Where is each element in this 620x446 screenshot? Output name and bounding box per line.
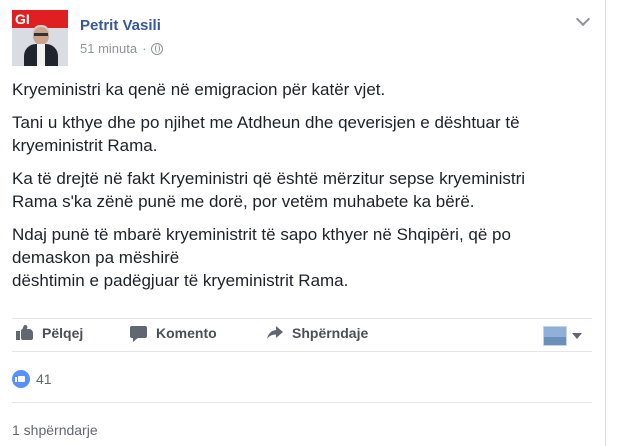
divider: [12, 402, 592, 403]
comment-bubble-icon: [130, 325, 148, 342]
share-arrow-icon: [266, 325, 284, 341]
author-name-link[interactable]: Petrit Vasili: [80, 17, 161, 34]
post-paragraph: Ka të drejtë në fakt Kryeministri që ësh…: [12, 169, 526, 211]
share-label: Shpërndaje: [292, 325, 369, 341]
comment-label: Komento: [156, 325, 217, 341]
post-header: GI Petrit Vasili 51 minuta ·: [12, 10, 592, 66]
like-button[interactable]: Pëlqej: [16, 324, 84, 341]
like-reaction-icon: [12, 370, 30, 388]
chevron-down-icon[interactable]: [575, 11, 591, 27]
facebook-post: GI Petrit Vasili 51 minuta · Kryeministr…: [0, 0, 606, 446]
shares-count-link[interactable]: 1 shpërndarje: [12, 422, 98, 438]
avatar-logo-text: GI: [15, 11, 30, 27]
post-content: Kryeministri ka qenë në emigracion për k…: [12, 78, 592, 302]
post-actions-bar: Pëlqej Komento Shpërndaje: [12, 318, 592, 352]
comment-button[interactable]: Komento: [130, 325, 217, 342]
share-button[interactable]: Shpërndaje: [266, 325, 368, 341]
post-timestamp[interactable]: 51 minuta: [80, 41, 137, 56]
reactions-summary[interactable]: 41: [12, 370, 52, 388]
avatar[interactable]: GI: [12, 10, 68, 66]
like-label: Pëlqej: [42, 325, 84, 341]
post-meta: 51 minuta ·: [80, 41, 164, 56]
thumbs-up-icon: [16, 324, 34, 341]
page-thumbnail: [543, 326, 567, 346]
post-paragraph: Kryeministri ka qenë në emigracion për k…: [12, 80, 386, 99]
caret-down-icon: [572, 333, 582, 339]
globe-icon[interactable]: [151, 42, 164, 55]
likes-count: 41: [36, 371, 52, 387]
post-paragraph: Ndaj punë të mbarë kryeministrit të sapo…: [12, 225, 511, 290]
meta-separator: ·: [142, 41, 147, 56]
post-as-selector[interactable]: [543, 326, 582, 346]
post-paragraph: Tani u kthye dhe po njihet me Atdheun dh…: [12, 113, 520, 155]
